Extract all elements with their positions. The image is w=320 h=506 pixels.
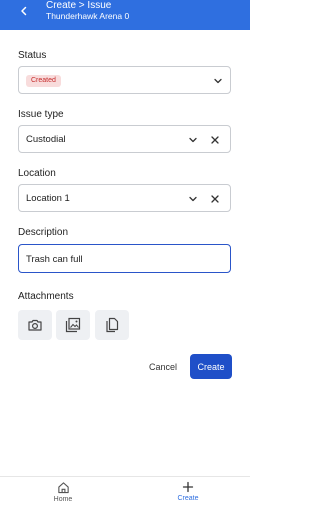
location-select[interactable]: Location 1 xyxy=(18,184,231,212)
chevron-left-icon xyxy=(21,6,27,16)
status-badge: Created xyxy=(26,75,61,87)
attachments-label: Attachments xyxy=(18,291,74,302)
nav-label-create: Create xyxy=(177,495,199,502)
issue-type-select[interactable]: Custodial xyxy=(18,125,231,153)
home-icon xyxy=(57,482,69,494)
create-button[interactable]: Create xyxy=(190,354,232,379)
issue-type-value: Custodial xyxy=(26,134,66,145)
location-label: Location xyxy=(18,168,56,179)
chevron-down-icon[interactable] xyxy=(210,73,226,89)
document-button[interactable] xyxy=(95,310,129,340)
copy-document-icon xyxy=(106,317,119,333)
plus-icon xyxy=(182,481,194,493)
nav-item-home[interactable]: Home xyxy=(33,481,93,506)
description-value: Trash can full xyxy=(26,254,83,265)
clear-icon[interactable] xyxy=(207,132,223,148)
back-button[interactable] xyxy=(14,2,34,20)
location-value: Location 1 xyxy=(26,193,70,204)
bottom-navigation: Home Create xyxy=(0,476,250,506)
chevron-down-icon[interactable] xyxy=(185,132,201,148)
gallery-button[interactable] xyxy=(56,310,90,340)
app-header: Create > Issue Thunderhawk Arena 0 xyxy=(0,0,250,30)
status-select[interactable]: Created xyxy=(18,66,231,94)
camera-icon xyxy=(28,319,42,331)
description-input[interactable]: Trash can full xyxy=(18,244,231,273)
image-gallery-icon xyxy=(65,317,81,333)
description-label: Description xyxy=(18,227,69,238)
cancel-button[interactable]: Cancel xyxy=(146,356,180,378)
nav-label-home: Home xyxy=(53,496,73,503)
nav-item-create[interactable]: Create xyxy=(158,481,218,506)
issue-type-label: Issue type xyxy=(18,109,64,120)
page-subtitle: Thunderhawk Arena 0 xyxy=(46,11,130,21)
camera-button[interactable] xyxy=(18,310,52,340)
chevron-down-icon[interactable] xyxy=(185,191,201,207)
status-label: Status xyxy=(18,50,47,61)
clear-icon[interactable] xyxy=(207,191,223,207)
